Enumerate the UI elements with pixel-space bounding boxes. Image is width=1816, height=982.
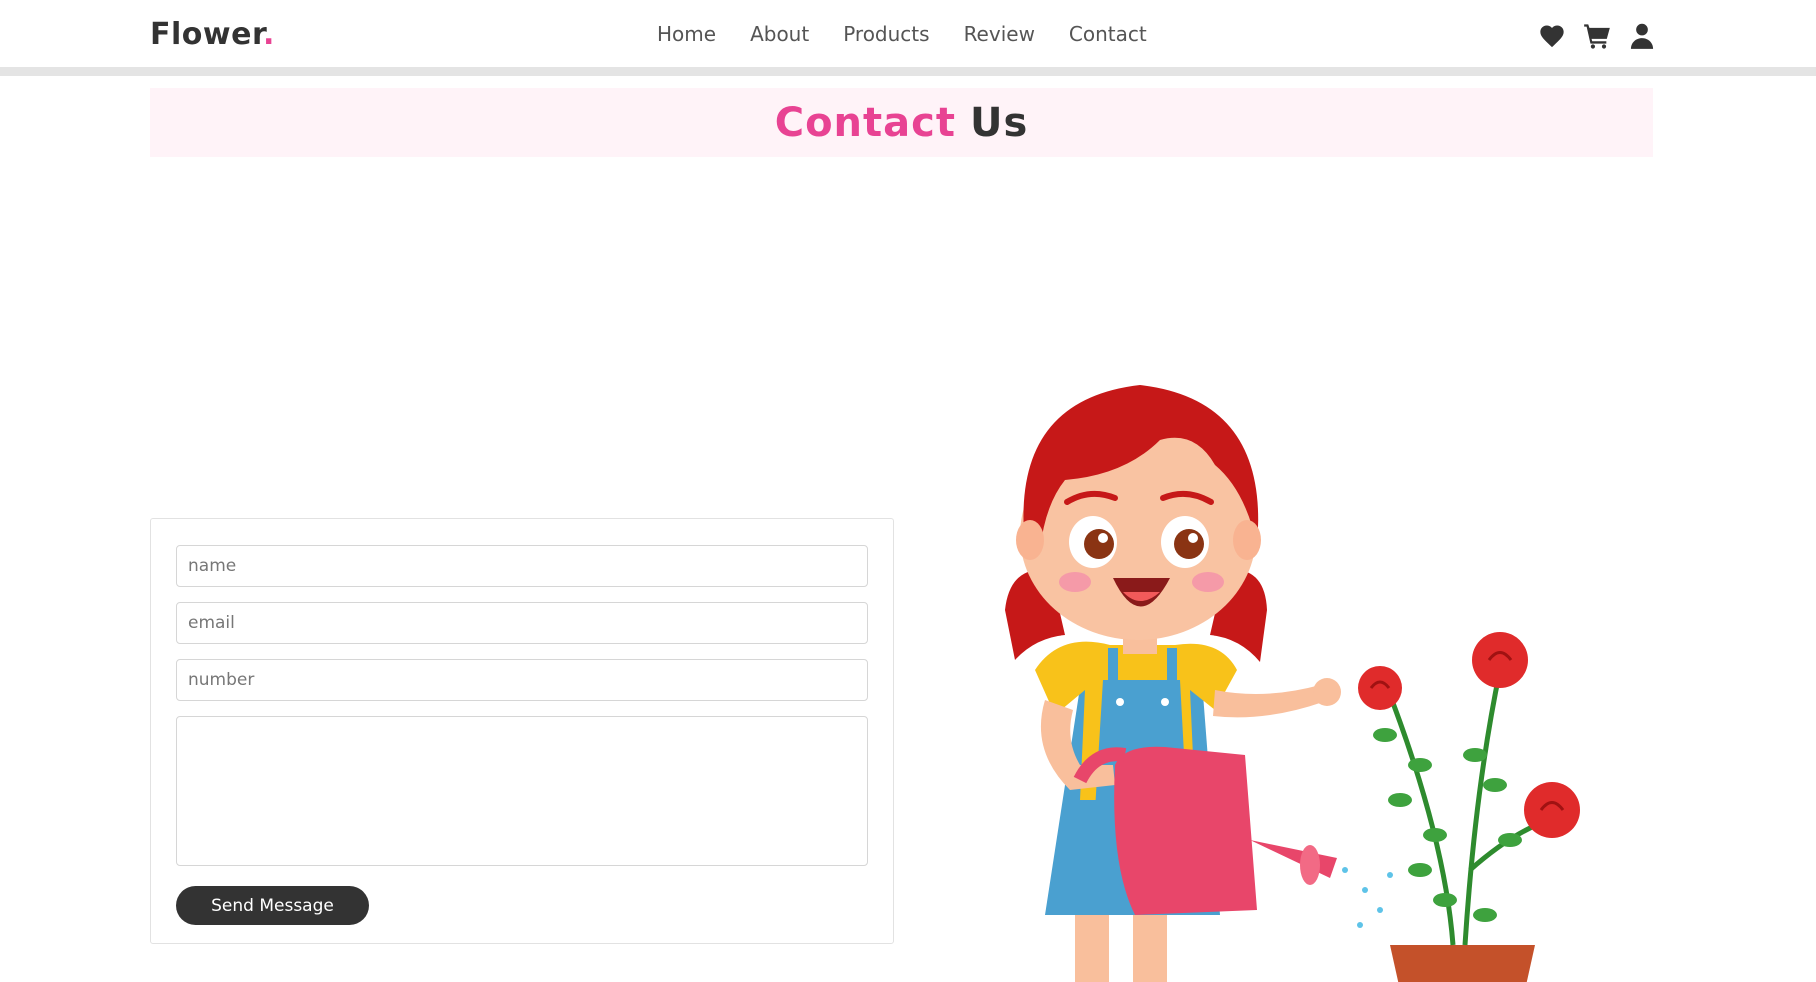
main-nav: Home About Products Review Contact (657, 22, 1181, 46)
logo-text: Flower (150, 17, 263, 52)
logo[interactable]: Flower. (150, 17, 275, 52)
name-input[interactable] (176, 545, 868, 587)
heart-icon[interactable] (1538, 22, 1566, 50)
rose (1524, 782, 1580, 838)
header-icons (1538, 22, 1656, 50)
user-icon[interactable] (1628, 22, 1656, 50)
nav-home[interactable]: Home (657, 22, 716, 46)
page-title: Contact Us (150, 88, 1653, 157)
title-rest: Us (969, 99, 1029, 146)
rose (1358, 666, 1402, 710)
number-input[interactable] (176, 659, 868, 701)
nav-contact[interactable]: Contact (1069, 22, 1147, 46)
nav-about[interactable]: About (750, 22, 809, 46)
site-header: Flower. Home About Products Review Conta… (0, 0, 1816, 76)
nav-products[interactable]: Products (843, 22, 929, 46)
send-message-button[interactable]: Send Message (176, 886, 369, 925)
nav-review[interactable]: Review (964, 22, 1035, 46)
logo-dot: . (262, 17, 275, 52)
contact-form: Send Message (150, 518, 894, 944)
cart-icon[interactable] (1583, 22, 1611, 50)
flower-pot (1390, 945, 1535, 982)
girl-right-leg (1133, 910, 1167, 982)
rose (1472, 632, 1528, 688)
title-highlight: Contact (774, 99, 956, 146)
watering-can (1114, 746, 1257, 915)
girl-watering-roses-illustration (975, 370, 1600, 982)
email-input[interactable] (176, 602, 868, 644)
message-textarea[interactable] (176, 716, 868, 866)
girl-left-leg (1075, 910, 1109, 982)
